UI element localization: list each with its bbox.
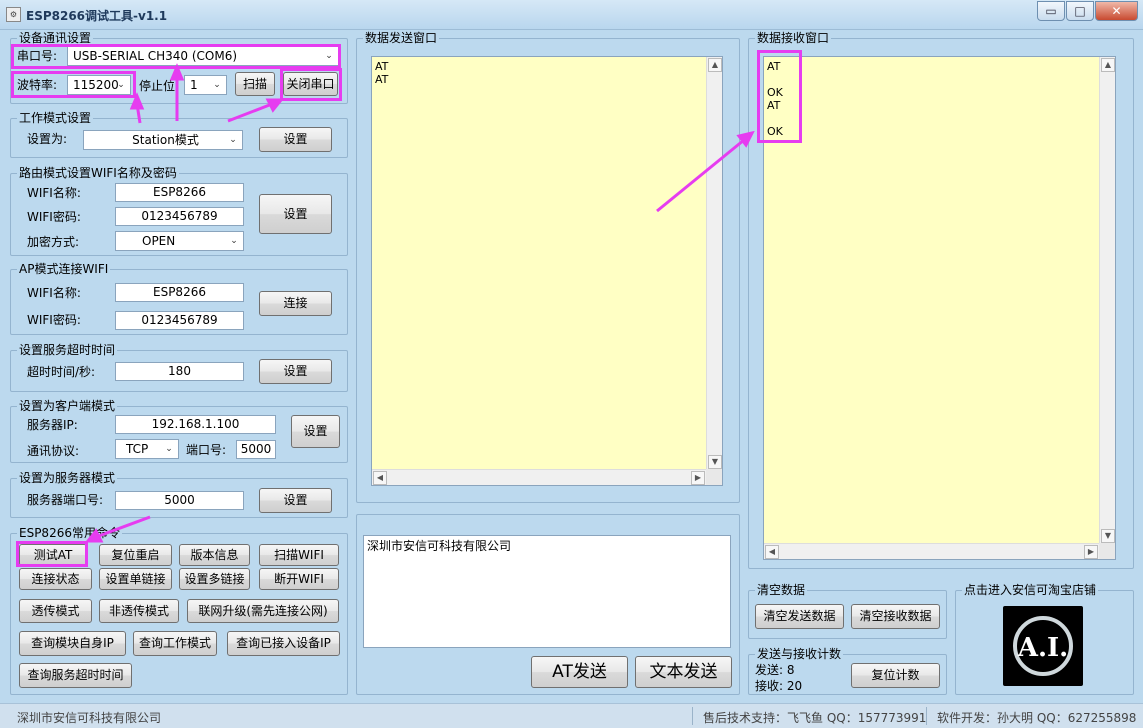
status-company: 深圳市安信可科技有限公司 — [17, 711, 162, 725]
status-separator — [926, 707, 927, 725]
arrow-head — [169, 63, 185, 81]
arrow-close — [227, 102, 273, 123]
arrow-receive — [656, 138, 745, 213]
annotation-arrows — [84, 63, 755, 543]
status-bar: 深圳市安信可科技有限公司 售后技术支持：飞飞鱼 QQ：157773991 软件开… — [0, 703, 1143, 728]
arrow-head — [129, 92, 145, 110]
status-developer: 软件开发：孙大明 QQ：627255898 — [937, 711, 1137, 725]
status-separator — [692, 707, 693, 725]
arrow-head — [265, 98, 285, 113]
arrow-head — [84, 528, 104, 543]
status-support: 售后技术支持：飞飞鱼 QQ：157773991 — [703, 711, 927, 725]
arrow-test — [95, 515, 151, 539]
